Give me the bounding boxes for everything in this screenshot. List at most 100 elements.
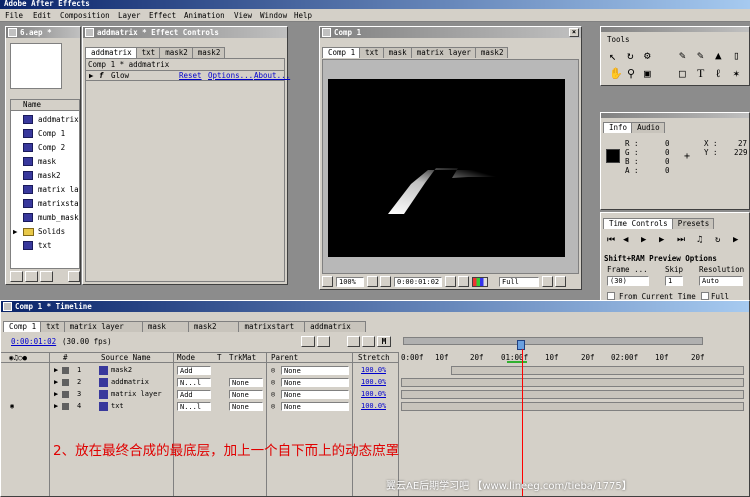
expand-triangle-icon[interactable]: ▶ xyxy=(54,365,58,376)
tab-addmatrix[interactable]: addmatrix xyxy=(304,321,366,332)
last-frame-icon[interactable]: ⏭ xyxy=(677,235,685,245)
puppet-tool-icon[interactable]: ✶ xyxy=(733,67,740,80)
menu-composition[interactable]: Composition xyxy=(60,11,110,20)
brush-tool-icon[interactable]: ✎ xyxy=(697,49,704,62)
layer-duration-bar[interactable] xyxy=(451,366,744,375)
layer-parent-select[interactable]: None xyxy=(281,390,349,399)
comp-timecode[interactable]: 0:00:01:02 xyxy=(394,277,442,287)
pan-behind-tool-icon[interactable]: ▣ xyxy=(644,67,651,80)
tab-info[interactable]: Info xyxy=(603,122,633,133)
expand-triangle-icon[interactable]: ▶ xyxy=(13,226,18,238)
frame-rate-select[interactable]: (30) xyxy=(607,276,649,286)
first-frame-icon[interactable]: ⏮ xyxy=(607,235,615,245)
eraser-tool-icon[interactable]: ▯ xyxy=(733,49,740,62)
layer-duration-bar[interactable] xyxy=(401,390,744,399)
comp-canvas[interactable] xyxy=(328,79,565,257)
shy-layers-icon[interactable] xyxy=(317,336,330,347)
layer-duration-bar[interactable] xyxy=(401,402,744,411)
project-item[interactable]: mask xyxy=(11,156,79,168)
trash-icon[interactable] xyxy=(68,271,80,282)
layer-parent-select[interactable]: None xyxy=(281,366,349,375)
prev-frame-icon[interactable]: ◀ xyxy=(623,235,628,245)
label-color-swatch[interactable] xyxy=(62,379,69,386)
layer-trkmat-select[interactable]: None xyxy=(229,378,263,387)
tab-mask2[interactable]: mask2 xyxy=(187,321,240,332)
pen-alt-tool-icon[interactable]: ℓ xyxy=(715,67,722,81)
project-item[interactable]: txt xyxy=(11,240,79,252)
layer-duration-bar[interactable] xyxy=(401,378,744,387)
layer-mode-select[interactable]: N...l xyxy=(177,378,211,387)
tab-comp1[interactable]: Comp 1 xyxy=(3,321,42,332)
menu-effect[interactable]: Effect xyxy=(149,11,176,20)
mask-view-icon[interactable] xyxy=(380,276,391,287)
tab-matrix-layer[interactable]: matrix layer xyxy=(63,321,143,332)
layer-trkmat-select[interactable]: None xyxy=(229,390,263,399)
tab-txt[interactable]: txt xyxy=(359,47,384,58)
layer-row[interactable]: ▶ 3 matrix layer Add None ◎ None 100.0% xyxy=(1,389,750,400)
zoom-select[interactable]: 100% xyxy=(336,277,364,287)
comp-button-icon[interactable] xyxy=(301,336,315,347)
project-item[interactable]: addmatrix xyxy=(11,114,79,126)
skip-field[interactable]: 1 xyxy=(665,276,683,286)
layer-row[interactable]: ◉ ▶ 4 txt N...l None ◎ None 100.0% xyxy=(1,401,750,412)
always-preview-icon[interactable] xyxy=(322,276,333,287)
project-name-header[interactable]: Name xyxy=(11,100,79,111)
hand-tool-icon[interactable]: ✋ xyxy=(609,67,623,80)
from-current-checkbox[interactable] xyxy=(607,292,615,300)
label-color-swatch[interactable] xyxy=(62,391,69,398)
audio-icon[interactable]: ♫ xyxy=(697,235,702,245)
tab-addmatrix[interactable]: addmatrix xyxy=(85,47,137,58)
snapshot-icon[interactable] xyxy=(445,276,456,287)
menu-view[interactable]: View xyxy=(234,11,252,20)
project-item[interactable]: Comp 2 xyxy=(11,142,79,154)
effect-row-glow[interactable]: ▶ f Glow Reset Options... About... xyxy=(86,70,290,81)
parent-pickwhip-icon[interactable]: ◎ xyxy=(271,401,275,412)
layer-mode-select[interactable]: Add xyxy=(177,390,211,399)
new-folder-icon[interactable] xyxy=(25,271,38,282)
layer-stretch[interactable]: 100.0% xyxy=(361,377,386,388)
tab-mask2-b[interactable]: mask2 xyxy=(191,47,226,58)
pen-tool-icon[interactable]: ✎ xyxy=(679,49,686,62)
motion-blur-icon[interactable] xyxy=(362,336,375,347)
expand-triangle-icon[interactable]: ▶ xyxy=(54,401,58,412)
layer-stretch[interactable]: 100.0% xyxy=(361,401,386,412)
tab-mask2[interactable]: mask2 xyxy=(159,47,193,58)
layer-stretch[interactable]: 100.0% xyxy=(361,389,386,400)
selection-tool-icon[interactable]: ↖ xyxy=(609,49,616,63)
ram-preview-icon[interactable]: ▶ xyxy=(733,235,738,245)
parent-pickwhip-icon[interactable]: ◎ xyxy=(271,365,275,376)
tab-matrixstart[interactable]: matrixstart xyxy=(238,321,306,332)
next-frame-icon[interactable]: ▶ xyxy=(659,235,664,245)
tab-comp1[interactable]: Comp 1 xyxy=(322,47,361,58)
roi-icon[interactable] xyxy=(542,276,553,287)
work-area-bar[interactable] xyxy=(403,337,703,345)
time-indicator-head[interactable] xyxy=(517,340,525,350)
close-icon[interactable]: × xyxy=(569,28,579,37)
fx-icon[interactable]: f xyxy=(99,71,104,80)
clone-stamp-tool-icon[interactable]: ▲ xyxy=(715,49,722,62)
tab-txt[interactable]: txt xyxy=(135,47,161,58)
expand-triangle-icon[interactable]: ▶ xyxy=(54,389,58,400)
parent-pickwhip-icon[interactable]: ◎ xyxy=(271,377,275,388)
layer-stretch[interactable]: 100.0% xyxy=(361,365,386,376)
tab-matrix-layer[interactable]: matrix layer xyxy=(410,47,476,58)
layer-mode-select[interactable]: Add xyxy=(177,366,211,375)
play-icon[interactable]: ▶ xyxy=(641,235,646,245)
options-link[interactable]: Options... xyxy=(208,71,253,80)
layer-parent-select[interactable]: None xyxy=(281,378,349,387)
project-item[interactable]: mumb_mask xyxy=(11,212,79,224)
new-comp-icon[interactable] xyxy=(40,271,53,282)
layer-mode-select[interactable]: N...l xyxy=(177,402,211,411)
project-item[interactable]: Comp 1 xyxy=(11,128,79,140)
transparency-grid-icon[interactable] xyxy=(555,276,566,287)
expand-triangle-icon[interactable]: ▶ xyxy=(89,71,94,80)
project-item[interactable]: mask2 xyxy=(11,170,79,182)
tab-mask2[interactable]: mask2 xyxy=(474,47,509,58)
timeline-timecode[interactable]: 0:00:01:02 xyxy=(11,337,56,346)
label-color-swatch[interactable] xyxy=(62,403,69,410)
loop-icon[interactable]: ↻ xyxy=(715,235,720,245)
time-ruler[interactable]: 0:00f 10f 20f 01:00f 10f 20f 02:00f 10f … xyxy=(399,335,749,363)
parent-pickwhip-icon[interactable]: ◎ xyxy=(271,389,275,400)
tab-txt[interactable]: txt xyxy=(40,321,65,332)
layer-trkmat-select[interactable]: None xyxy=(229,402,263,411)
